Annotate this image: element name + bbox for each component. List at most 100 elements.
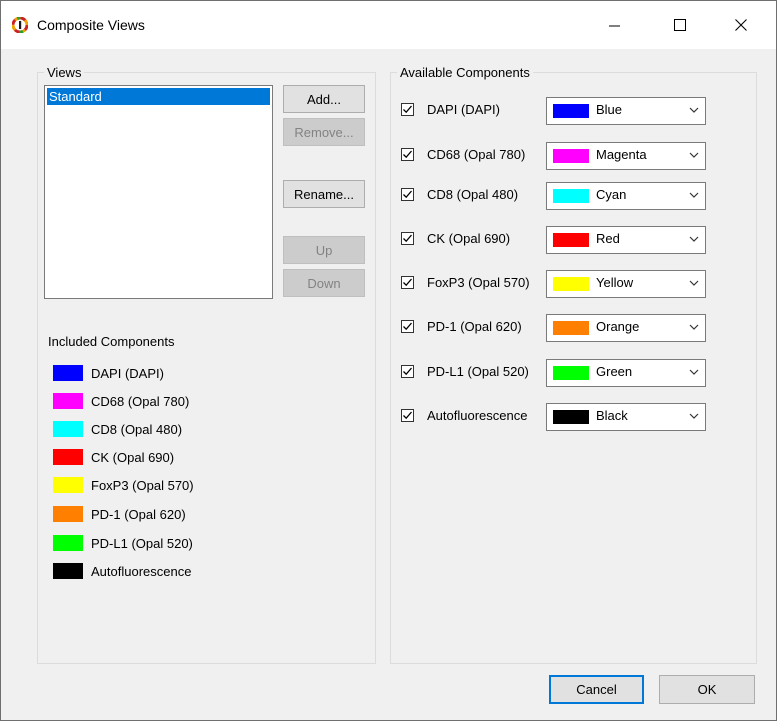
included-component-item: DAPI (DAPI): [53, 364, 164, 382]
color-swatch: [53, 393, 83, 409]
color-name: Red: [596, 231, 620, 246]
included-component-item: FoxP3 (Opal 570): [53, 476, 194, 494]
minimize-icon: [609, 25, 620, 27]
included-component-name: CD68 (Opal 780): [91, 393, 190, 409]
color-swatch: [53, 506, 83, 522]
color-name: Blue: [596, 102, 623, 117]
chevron-down-icon: [689, 413, 699, 419]
included-component-item: CK (Opal 690): [53, 448, 174, 466]
checkmark-icon: [403, 190, 412, 199]
component-label: CK (Opal 690): [427, 231, 511, 246]
color-swatch: [553, 189, 589, 203]
color-swatch: [53, 477, 83, 493]
color-dropdown[interactable]: Cyan: [546, 182, 706, 210]
color-dropdown[interactable]: Orange: [546, 314, 706, 342]
view-list-item-standard[interactable]: Standard: [47, 88, 270, 105]
window-title: Composite Views: [37, 17, 145, 33]
ok-button[interactable]: OK: [659, 675, 755, 704]
color-swatch: [553, 149, 589, 163]
checkmark-icon: [403, 322, 412, 331]
component-label: CD8 (Opal 480): [427, 187, 519, 202]
color-swatch: [53, 449, 83, 465]
color-swatch: [53, 421, 83, 437]
close-icon: [735, 19, 747, 31]
component-checkbox[interactable]: [401, 103, 414, 116]
color-dropdown[interactable]: Yellow: [546, 270, 706, 298]
included-component-name: Autofluorescence: [91, 563, 192, 579]
views-group-label: Views: [44, 65, 85, 80]
color-swatch: [53, 365, 83, 381]
color-name: Magenta: [596, 147, 647, 162]
component-checkbox[interactable]: [401, 276, 414, 289]
chevron-down-icon: [689, 107, 699, 113]
component-checkbox[interactable]: [401, 365, 414, 378]
component-label: DAPI (DAPI): [427, 102, 500, 117]
component-checkbox[interactable]: [401, 409, 414, 422]
color-swatch: [553, 366, 589, 380]
included-component-item: CD68 (Opal 780): [53, 392, 189, 410]
chevron-down-icon: [689, 324, 699, 330]
included-component-name: CK (Opal 690): [91, 449, 175, 465]
component-checkbox[interactable]: [401, 320, 414, 333]
views-listbox[interactable]: Standard: [44, 85, 273, 299]
included-component-item: CD8 (Opal 480): [53, 420, 182, 438]
included-component-item: PD-L1 (Opal 520): [53, 534, 193, 552]
component-checkbox[interactable]: [401, 188, 414, 201]
remove-view-button[interactable]: Remove...: [283, 118, 365, 146]
minimize-button[interactable]: [592, 1, 638, 49]
color-swatch: [53, 563, 83, 579]
checkmark-icon: [403, 278, 412, 287]
included-component-item: Autofluorescence: [53, 562, 191, 580]
color-name: Yellow: [596, 275, 634, 290]
chevron-down-icon: [689, 192, 699, 198]
checkmark-icon: [403, 367, 412, 376]
checkmark-icon: [403, 105, 412, 114]
color-name: Black: [596, 408, 628, 423]
component-label: FoxP3 (Opal 570): [427, 275, 530, 290]
add-view-button[interactable]: Add...: [283, 85, 365, 113]
chevron-down-icon: [689, 369, 699, 375]
maximize-button[interactable]: [657, 1, 703, 49]
chevron-down-icon: [689, 152, 699, 158]
composite-views-dialog: Composite Views Views Standard Add... Re…: [0, 0, 777, 721]
title-bar[interactable]: Composite Views: [1, 1, 776, 49]
maximize-icon: [674, 19, 686, 31]
color-dropdown[interactable]: Magenta: [546, 142, 706, 170]
checkmark-icon: [403, 234, 412, 243]
included-component-item: PD-1 (Opal 620): [53, 505, 186, 523]
cancel-button[interactable]: Cancel: [549, 675, 644, 704]
move-down-button[interactable]: Down: [283, 269, 365, 297]
component-label: PD-1 (Opal 620): [427, 319, 522, 334]
included-component-name: CD8 (Opal 480): [91, 421, 183, 437]
component-label: Autofluorescence: [427, 408, 528, 423]
color-swatch: [53, 535, 83, 551]
chevron-down-icon: [689, 280, 699, 286]
component-label: PD-L1 (Opal 520): [427, 364, 529, 379]
color-swatch: [553, 233, 589, 247]
color-swatch: [553, 410, 589, 424]
app-logo-icon: [12, 17, 28, 33]
component-label: CD68 (Opal 780): [427, 147, 526, 162]
color-dropdown[interactable]: Black: [546, 403, 706, 431]
checkmark-icon: [403, 411, 412, 420]
rename-view-button[interactable]: Rename...: [283, 180, 365, 208]
color-name: Orange: [596, 319, 640, 334]
close-button[interactable]: [718, 1, 764, 49]
color-name: Cyan: [596, 187, 627, 202]
move-up-button[interactable]: Up: [283, 236, 365, 264]
included-component-name: PD-L1 (Opal 520): [91, 535, 193, 551]
included-component-name: DAPI (DAPI): [91, 365, 164, 381]
included-components-label: Included Components: [48, 334, 175, 349]
available-components-label: Available Components: [397, 65, 533, 80]
color-dropdown[interactable]: Blue: [546, 97, 706, 125]
color-dropdown[interactable]: Red: [546, 226, 706, 254]
color-dropdown[interactable]: Green: [546, 359, 706, 387]
color-name: Green: [596, 364, 633, 379]
included-component-name: FoxP3 (Opal 570): [91, 477, 194, 493]
included-component-name: PD-1 (Opal 620): [91, 506, 186, 522]
color-swatch: [553, 277, 589, 291]
checkmark-icon: [403, 150, 412, 159]
component-checkbox[interactable]: [401, 232, 414, 245]
component-checkbox[interactable]: [401, 148, 414, 161]
color-swatch: [553, 321, 589, 335]
